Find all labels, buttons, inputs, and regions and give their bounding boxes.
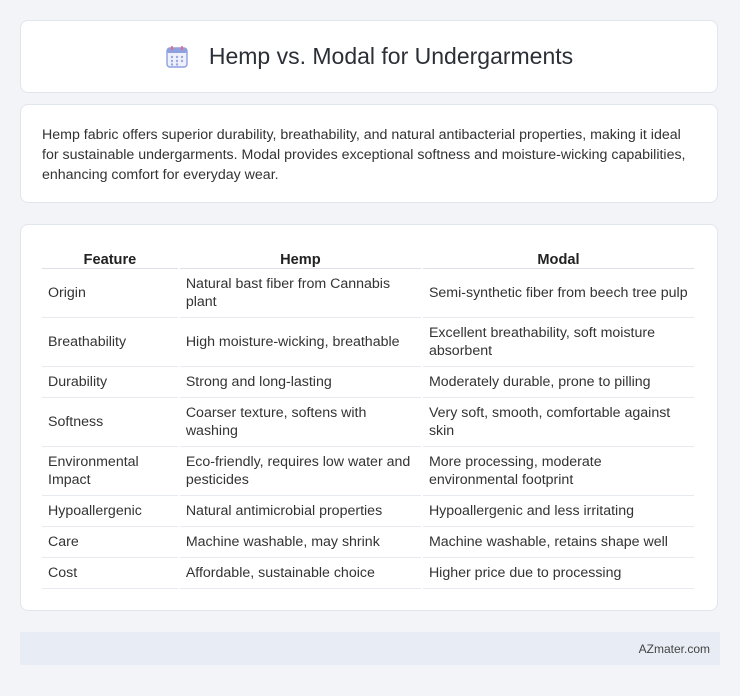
row-feature: Durability [42,367,178,398]
row-hemp: Machine washable, may shrink [179,527,421,558]
row-modal: Hypoallergenic and less irritating [422,496,694,527]
table-row: Hypoallergenic Natural antimicrobial pro… [42,496,694,527]
table-row: Breathability High moisture-wicking, bre… [42,318,694,367]
row-feature: Softness [42,398,178,447]
table-row: Softness Coarser texture, softens with w… [42,398,694,447]
row-hemp: Coarser texture, softens with washing [179,398,421,447]
header-card: Hemp vs. Modal for Undergarments [20,20,718,93]
row-feature: Origin [42,269,178,318]
row-hemp: Natural antimicrobial properties [179,496,421,527]
page-title: Hemp vs. Modal for Undergarments [208,43,574,69]
row-modal: Moderately durable, prone to pilling [422,367,694,398]
intro-card: Hemp fabric offers superior durability, … [20,104,718,203]
header-modal: Modal [422,245,694,269]
table-header-row: Feature Hemp Modal [42,245,694,269]
intro-text: Hemp fabric offers superior durability, … [42,127,686,183]
calendar-icon [166,45,188,68]
row-modal: Excellent breathability, soft moisture a… [422,318,694,367]
row-hemp: Eco-friendly, requires low water and pes… [179,447,421,496]
row-modal: Higher price due to processing [422,558,694,589]
row-hemp: Affordable, sustainable choice [179,558,421,589]
table-row: Durability Strong and long-lasting Moder… [42,367,694,398]
comparison-table: Feature Hemp Modal Origin Natural bast f… [40,245,696,589]
header-feature: Feature [42,245,178,269]
row-feature: Hypoallergenic [42,496,178,527]
row-modal: Semi-synthetic fiber from beech tree pul… [422,269,694,318]
row-hemp: Strong and long-lasting [179,367,421,398]
comparison-card: Feature Hemp Modal Origin Natural bast f… [20,224,718,611]
title-wrap: Hemp vs. Modal for Undergarments [165,43,573,70]
footer-brand[interactable]: AZmater.com [639,642,710,656]
row-modal: Machine washable, retains shape well [422,527,694,558]
row-modal: More processing, moderate environmental … [422,447,694,496]
row-feature: Breathability [42,318,178,367]
table-row: Environmental Impact Eco-friendly, requi… [42,447,694,496]
row-modal: Very soft, smooth, comfortable against s… [422,398,694,447]
row-hemp: High moisture-wicking, breathable [179,318,421,367]
table-row: Origin Natural bast fiber from Cannabis … [42,269,694,318]
table-row: Care Machine washable, may shrink Machin… [42,527,694,558]
row-hemp: Natural bast fiber from Cannabis plant [179,269,421,318]
table-row: Cost Affordable, sustainable choice High… [42,558,694,589]
footer-bar: AZmater.com [20,632,720,665]
row-feature: Cost [42,558,178,589]
row-feature: Environmental Impact [42,447,178,496]
row-feature: Care [42,527,178,558]
header-hemp: Hemp [179,245,421,269]
